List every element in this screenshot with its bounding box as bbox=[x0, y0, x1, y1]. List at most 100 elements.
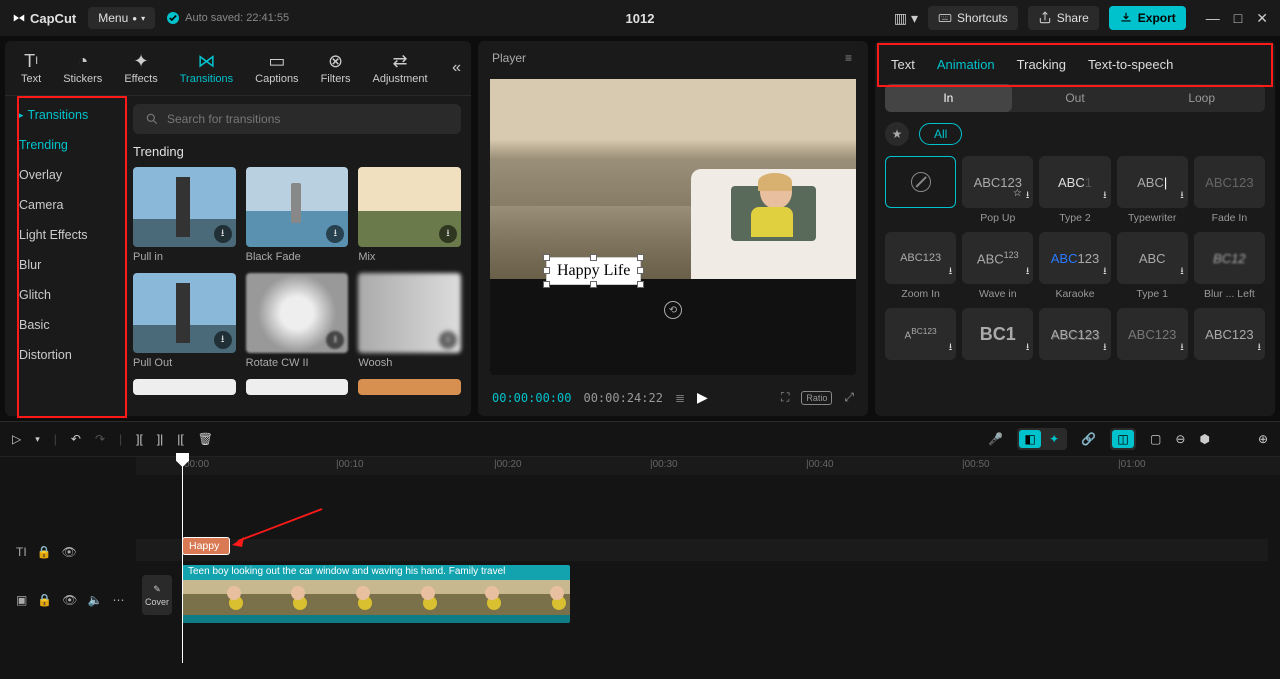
tab-adjustment[interactable]: ⇄Adjustment bbox=[367, 47, 434, 89]
transition-card[interactable]: ⭳Woosh bbox=[358, 273, 461, 369]
cat-light-effects[interactable]: Light Effects bbox=[5, 220, 123, 250]
mode-loop[interactable]: Loop bbox=[1138, 84, 1265, 112]
tab-text[interactable]: TIText bbox=[15, 47, 47, 89]
collapse-icon[interactable]: « bbox=[452, 59, 461, 77]
transition-card[interactable]: ⭳Mix bbox=[358, 167, 461, 263]
play-button[interactable]: ▶ bbox=[697, 389, 708, 406]
text-overlay[interactable]: Happy Life bbox=[546, 257, 641, 285]
anim-item[interactable]: ABC123⭳ bbox=[1117, 308, 1188, 360]
columns-icon[interactable]: ≣ bbox=[675, 391, 685, 405]
share-button[interactable]: Share bbox=[1028, 6, 1099, 30]
anim-fadein[interactable]: ABC123 bbox=[1194, 156, 1265, 208]
preview-toggle[interactable]: ◫ bbox=[1110, 428, 1136, 450]
crop-icon[interactable]: ▢ bbox=[1150, 432, 1161, 446]
tab-transitions[interactable]: ⋈Transitions bbox=[174, 47, 239, 89]
cat-glitch[interactable]: Glitch bbox=[5, 280, 123, 310]
cat-blur[interactable]: Blur bbox=[5, 250, 123, 280]
video-clip[interactable]: Teen boy looking out the car window and … bbox=[182, 565, 570, 623]
time-ruler[interactable]: 00:00 |00:10 |00:20 |00:30 |00:40 |00:50… bbox=[136, 457, 1280, 475]
cat-basic[interactable]: Basic bbox=[5, 310, 123, 340]
download-icon[interactable]: ⭳ bbox=[439, 225, 457, 243]
transition-card[interactable] bbox=[358, 379, 461, 395]
tab-captions[interactable]: ▭Captions bbox=[249, 47, 304, 89]
mode-in[interactable]: In bbox=[885, 84, 1012, 112]
transition-card[interactable]: ⭳Pull Out bbox=[133, 273, 236, 369]
eye-icon[interactable]: 👁 bbox=[62, 545, 77, 559]
anim-zoomin[interactable]: ABC123⭳ bbox=[885, 232, 956, 284]
marker-icon[interactable]: ⬢ bbox=[1199, 432, 1209, 446]
maximize-icon[interactable]: □ bbox=[1234, 10, 1242, 27]
viewport[interactable]: Happy Life ⟲ bbox=[490, 79, 856, 375]
transition-card[interactable]: ⭳Pull in bbox=[133, 167, 236, 263]
rotate-handle-icon[interactable]: ⟲ bbox=[664, 301, 682, 319]
anim-typewriter[interactable]: ABC|⭳ bbox=[1117, 156, 1188, 208]
redo-icon[interactable]: ↷ bbox=[95, 432, 105, 446]
search-input[interactable]: Search for transitions bbox=[133, 104, 461, 134]
text-clip[interactable]: Happy bbox=[182, 537, 230, 555]
zoom-fit-icon[interactable]: ⊕ bbox=[1258, 432, 1268, 446]
fullscreen-icon[interactable]: ⤢ bbox=[844, 390, 854, 405]
mute-icon[interactable]: 🔈 bbox=[88, 593, 103, 607]
transition-card[interactable] bbox=[246, 379, 349, 395]
anim-item[interactable]: ABC123⭳ bbox=[885, 308, 956, 360]
link-icon[interactable]: 🔗 bbox=[1081, 432, 1096, 446]
zoom-out-icon[interactable]: ⊖ bbox=[1175, 432, 1185, 446]
cat-distortion[interactable]: Distortion bbox=[5, 340, 123, 370]
filter-all[interactable]: All bbox=[919, 123, 962, 145]
anim-type2[interactable]: ABC1⭳ bbox=[1039, 156, 1110, 208]
lock-icon[interactable]: 🔒 bbox=[37, 593, 52, 607]
download-icon[interactable]: ⭳ bbox=[214, 331, 232, 349]
tab-effects[interactable]: ✦Effects bbox=[118, 47, 163, 89]
transition-card[interactable]: ⭳Black Fade bbox=[246, 167, 349, 263]
anim-type1[interactable]: ABC⭳ bbox=[1117, 232, 1188, 284]
cover-button[interactable]: ✎ Cover bbox=[142, 575, 172, 615]
anim-popup[interactable]: ABC123☆⭳ bbox=[962, 156, 1033, 208]
close-icon[interactable]: ✕ bbox=[1256, 10, 1268, 27]
eye-icon[interactable]: 👁 bbox=[62, 593, 77, 607]
export-button[interactable]: Export bbox=[1109, 6, 1186, 30]
trim-left-icon[interactable]: ]| bbox=[157, 432, 163, 446]
anim-blurleft[interactable]: BC12 bbox=[1194, 232, 1265, 284]
tab-filters[interactable]: ⊗Filters bbox=[315, 47, 357, 89]
split-icon[interactable]: ]​[ bbox=[136, 432, 143, 446]
anim-karaoke[interactable]: ABC123⭳ bbox=[1039, 232, 1110, 284]
favorite-icon[interactable]: ★ bbox=[885, 122, 909, 146]
cat-trending[interactable]: Trending bbox=[5, 130, 123, 160]
anim-item[interactable]: ABC123⭳ bbox=[1194, 308, 1265, 360]
menu-button[interactable]: Menu●▾ bbox=[88, 7, 155, 29]
cat-camera[interactable]: Camera bbox=[5, 190, 123, 220]
rtab-tracking[interactable]: Tracking bbox=[1017, 57, 1066, 72]
delete-icon[interactable]: 🗑 bbox=[198, 432, 213, 446]
anim-item[interactable]: ABC123⭳ bbox=[1039, 308, 1110, 360]
rtab-text[interactable]: Text bbox=[891, 57, 915, 72]
layout-icon[interactable]: ▥ ▾ bbox=[894, 10, 918, 27]
lock-icon[interactable]: 🔒 bbox=[37, 545, 52, 559]
rtab-tts[interactable]: Text-to-speech bbox=[1088, 57, 1173, 72]
text-track-lane[interactable] bbox=[136, 539, 1268, 561]
scale-icon[interactable]: ⛶ bbox=[781, 390, 789, 405]
tab-stickers[interactable]: ◔Stickers bbox=[57, 47, 108, 89]
snap-toggle[interactable]: ◧✦ bbox=[1017, 428, 1067, 450]
transition-card[interactable]: ⭳Rotate CW II bbox=[246, 273, 349, 369]
undo-icon[interactable]: ↶ bbox=[71, 432, 81, 446]
anim-none[interactable] bbox=[885, 156, 956, 208]
tracks-area[interactable]: TI 🔒 👁 Happy ▣ 🔒 👁 🔈 ⋯ ✎ Cover Teen boy … bbox=[0, 475, 1280, 679]
player-menu-icon[interactable]: ≡ bbox=[845, 51, 854, 65]
download-icon[interactable]: ⭳ bbox=[326, 331, 344, 349]
more-icon[interactable]: ⋯ bbox=[112, 593, 124, 607]
minimize-icon[interactable]: — bbox=[1206, 10, 1220, 27]
mode-out[interactable]: Out bbox=[1012, 84, 1139, 112]
rtab-animation[interactable]: Animation bbox=[937, 57, 995, 72]
download-icon[interactable]: ⭳ bbox=[214, 225, 232, 243]
select-tool-icon[interactable]: ▷ bbox=[12, 432, 21, 446]
cat-overlay[interactable]: Overlay bbox=[5, 160, 123, 190]
tool-dropdown-icon[interactable]: ▾ bbox=[35, 434, 40, 445]
download-icon[interactable]: ⭳ bbox=[439, 331, 457, 349]
transition-card[interactable] bbox=[133, 379, 236, 395]
trim-right-icon[interactable]: |[ bbox=[177, 432, 183, 446]
download-icon[interactable]: ⭳ bbox=[326, 225, 344, 243]
mic-icon[interactable]: 🎤 bbox=[988, 432, 1003, 446]
anim-item[interactable]: BC1⭳ bbox=[962, 308, 1033, 360]
ratio-button[interactable]: Ratio bbox=[801, 391, 832, 405]
cat-header[interactable]: Transitions bbox=[5, 100, 123, 130]
